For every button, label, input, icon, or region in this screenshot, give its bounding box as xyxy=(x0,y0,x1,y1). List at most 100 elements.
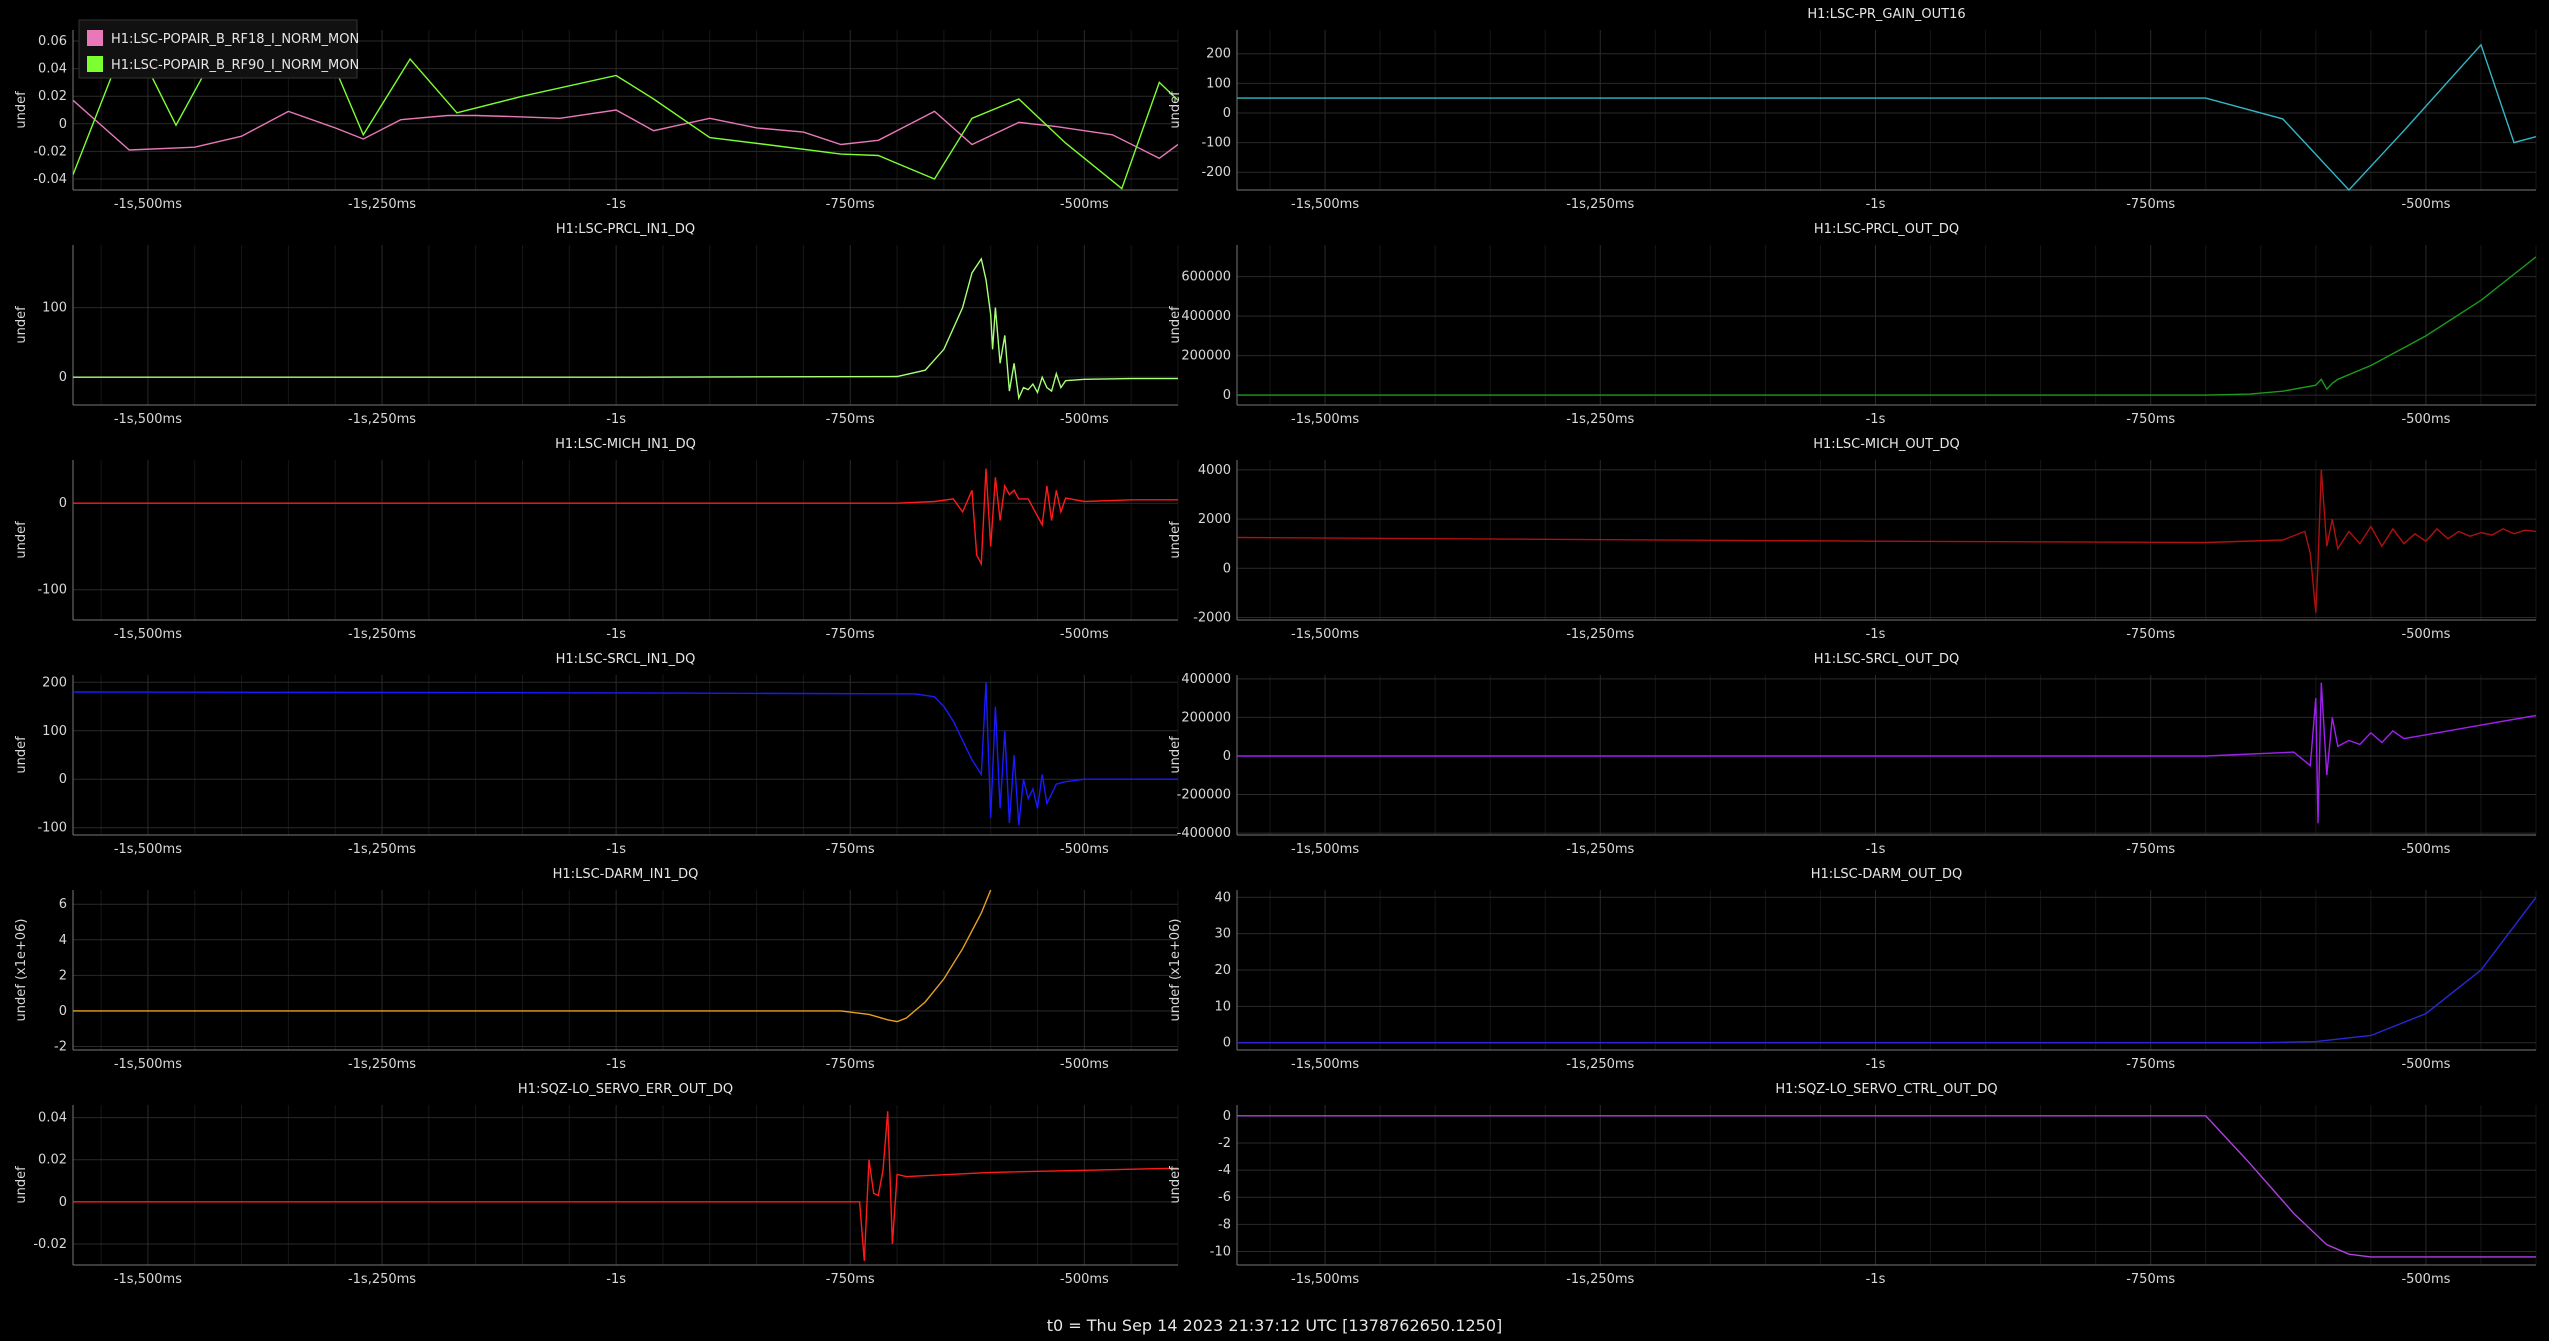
y-tick-label: -100 xyxy=(1201,136,1231,151)
y-tick-label: 4000 xyxy=(1198,463,1231,478)
x-tick-label: -500ms xyxy=(2401,1272,2450,1287)
y-tick-label: 100 xyxy=(42,301,67,316)
plot-title: H1:LSC-PRCL_IN1_DQ xyxy=(556,222,695,237)
y-tick-label: 0 xyxy=(1223,1109,1231,1124)
y-tick-label: 30 xyxy=(1214,927,1231,942)
y-axis-label: undef xyxy=(1168,1166,1183,1204)
plot-title: H1:LSC-PR_GAIN_OUT16 xyxy=(1807,7,1965,22)
y-axis-label: undef xyxy=(14,91,29,129)
plot-panel: H1:LSC-SRCL_OUT_DQ -1s,500ms -1s,250ms -1s -… xyxy=(1168,645,2548,858)
x-tick-label: -1s,250ms xyxy=(1566,1057,1634,1072)
x-tick-label: -1s,500ms xyxy=(114,627,182,642)
plot-panel: H1:LSC-PRCL_IN1_DQ -1s,500ms -1s,250ms -1s -… xyxy=(0,215,1274,428)
x-tick-label: -1s,500ms xyxy=(1291,627,1359,642)
x-tick-label: -1s,250ms xyxy=(348,1057,416,1072)
x-tick-label: -500ms xyxy=(2401,627,2450,642)
y-axis-label: undef xyxy=(1168,736,1183,774)
x-tick-label: -1s,500ms xyxy=(1291,412,1359,427)
x-tick-label: -1s,500ms xyxy=(114,1057,182,1072)
y-tick-label: 0 xyxy=(59,496,67,511)
x-tick-label: -1s xyxy=(606,197,626,212)
x-tick-label: -750ms xyxy=(2126,1272,2175,1287)
plot-panel: H1:LSC-DARM_IN1_DQ -1s,500ms -1s,250ms -1s -… xyxy=(0,860,1274,1073)
x-tick-label: -1s,500ms xyxy=(114,412,182,427)
x-tick-label: -500ms xyxy=(1060,1057,1109,1072)
x-tick-label: -500ms xyxy=(1060,842,1109,857)
x-tick-label: -750ms xyxy=(2126,197,2175,212)
legend: H1:LSC-POPAIR_B_RF18_I_NORM_MON H1:LSC-PO… xyxy=(78,19,359,79)
plot-panel: H1:LSC-MICH_OUT_DQ -1s,500ms -1s,250ms -1s -… xyxy=(1168,430,2548,643)
y-tick-label: 0.06 xyxy=(38,34,67,49)
x-tick-label: -1s xyxy=(1866,1272,1886,1287)
x-tick-label: -1s xyxy=(1866,1057,1886,1072)
plot-svg: H1:LSC-DARM_OUT_DQ -1s,500ms -1s,250ms -1s -… xyxy=(1168,867,2537,1072)
x-tick-label: -750ms xyxy=(2126,842,2175,857)
x-tick-label: -750ms xyxy=(826,1057,875,1072)
series-line xyxy=(73,682,1178,826)
x-tick-label: -750ms xyxy=(826,627,875,642)
y-tick-label: -200000 xyxy=(1177,788,1231,803)
plot-svg: H1:LSC-DARM_IN1_DQ -1s,500ms -1s,250ms -1s -… xyxy=(14,867,1179,1072)
y-tick-label: 2 xyxy=(59,968,67,983)
series-line xyxy=(73,257,1178,401)
legend-label: H1:LSC-POPAIR_B_RF18_I_NORM_MON xyxy=(111,32,359,47)
x-tick-label: -500ms xyxy=(1060,627,1109,642)
plot-svg: H1:LSC-MICH_OUT_DQ -1s,500ms -1s,250ms -1s -… xyxy=(1168,437,2537,642)
x-tick-label: -1s,250ms xyxy=(348,627,416,642)
y-tick-label: 0 xyxy=(1223,1036,1231,1051)
plot-svg: H1:LSC-SRCL_IN1_DQ -1s,500ms -1s,250ms -1s -… xyxy=(14,652,1179,857)
y-tick-label: 400000 xyxy=(1181,309,1231,324)
series-line xyxy=(1237,256,2536,396)
x-tick-label: -500ms xyxy=(2401,412,2450,427)
x-tick-label: -1s,250ms xyxy=(348,412,416,427)
x-tick-label: -500ms xyxy=(1060,1272,1109,1287)
series-line xyxy=(73,889,992,1023)
x-tick-label: -500ms xyxy=(2401,197,2450,212)
plot-svg: H1:LSC-PRCL_IN1_DQ -1s,500ms -1s,250ms -1s -… xyxy=(14,222,1179,427)
y-axis-label: undef xyxy=(14,1166,29,1204)
x-tick-label: -1s,250ms xyxy=(348,197,416,212)
x-tick-label: -750ms xyxy=(826,1272,875,1287)
plot-panel: H1:LSC-DARM_OUT_DQ -1s,500ms -1s,250ms -1s -… xyxy=(1168,860,2548,1073)
y-axis-label: undef xyxy=(14,521,29,559)
y-tick-label: 6 xyxy=(59,897,67,912)
y-tick-label: 0.02 xyxy=(38,1153,67,1168)
x-tick-label: -750ms xyxy=(826,197,875,212)
y-tick-label: -100 xyxy=(37,821,67,836)
x-tick-label: -750ms xyxy=(2126,627,2175,642)
plot-title: H1:SQZ-LO_SERVO_ERR_OUT_DQ xyxy=(518,1082,733,1097)
x-tick-label: -1s,500ms xyxy=(1291,1272,1359,1287)
plot-panel: H1:LSC-PR_GAIN_OUT16 -1s,500ms -1s,250ms -1… xyxy=(1168,0,2548,213)
series-line xyxy=(1237,469,2536,613)
y-tick-label: 200000 xyxy=(1181,349,1231,364)
y-tick-label: -0.04 xyxy=(33,172,67,187)
plot-panel: H1:SQZ-LO_SERVO_ERR_OUT_DQ -1s,500ms -1s,2… xyxy=(0,1075,1274,1288)
legend-swatch xyxy=(87,30,103,46)
y-tick-label: 0 xyxy=(1223,561,1231,576)
y-tick-label: 400000 xyxy=(1181,672,1231,687)
x-tick-label: -1s,250ms xyxy=(348,1272,416,1287)
legend-label: H1:LSC-POPAIR_B_RF90_I_NORM_MON xyxy=(111,58,359,73)
y-axis-label: undef xyxy=(1168,521,1183,559)
x-tick-label: -1s,500ms xyxy=(114,197,182,212)
y-tick-label: 0 xyxy=(59,772,67,787)
x-tick-label: -1s,500ms xyxy=(1291,1057,1359,1072)
series-line xyxy=(1237,43,2536,192)
x-tick-label: -1s,500ms xyxy=(1291,842,1359,857)
y-tick-label: 200 xyxy=(42,675,67,690)
x-tick-label: -1s xyxy=(1866,842,1886,857)
plot-svg: H1:LSC-SRCL_OUT_DQ -1s,500ms -1s,250ms -1s -… xyxy=(1168,652,2537,857)
y-tick-label: -0.02 xyxy=(33,144,67,159)
x-tick-label: -1s,500ms xyxy=(114,842,182,857)
series-line xyxy=(73,468,1178,567)
plot-svg: H1:SQZ-LO_SERVO_ERR_OUT_DQ -1s,500ms -1s,2… xyxy=(14,1082,1179,1287)
plot-grid: -1s,500ms -1s,250ms -1s -750ms -500ms 0.06 0.0… xyxy=(0,0,2549,1341)
y-axis-label: undef (x1e+06) xyxy=(14,919,29,1022)
plot-svg: H1:LSC-PRCL_OUT_DQ -1s,500ms -1s,250ms -1s -… xyxy=(1168,222,2537,427)
x-tick-label: -1s,250ms xyxy=(1566,412,1634,427)
plot-svg: -1s,500ms -1s,250ms -1s -750ms -500ms 0.06 0.0… xyxy=(14,19,1179,212)
y-tick-label: 0.04 xyxy=(38,1111,67,1126)
plot-panel: H1:LSC-SRCL_IN1_DQ -1s,500ms -1s,250ms -1s -… xyxy=(0,645,1274,858)
plot-svg: H1:LSC-MICH_IN1_DQ -1s,500ms -1s,250ms -1s -… xyxy=(14,437,1179,642)
y-tick-label: 2000 xyxy=(1198,512,1231,527)
